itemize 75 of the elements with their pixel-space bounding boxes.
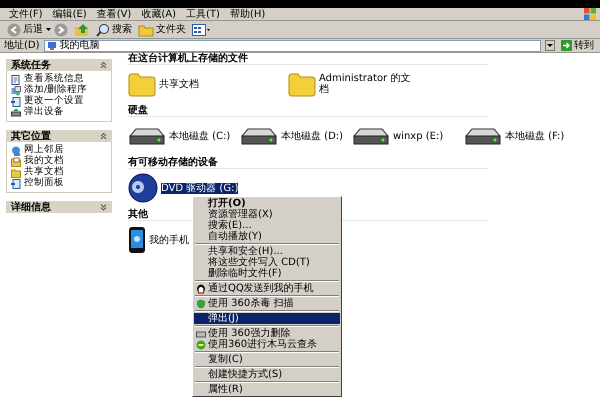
go-button[interactable]: 转到 bbox=[559, 40, 596, 51]
eraser-icon bbox=[196, 328, 206, 338]
item-label[interactable]: 本地磁盘 (C:) bbox=[169, 130, 230, 142]
menu-item[interactable]: 使用 360杀毒 扫描 bbox=[194, 298, 340, 309]
menu-item[interactable]: 帮助(H) bbox=[224, 8, 270, 20]
search-icon bbox=[96, 22, 110, 36]
item-label[interactable]: winxp (E:) bbox=[393, 130, 444, 142]
dropdown-arrow-icon bbox=[46, 28, 51, 31]
menu-item[interactable]: 删除临时文件(F) bbox=[194, 268, 340, 279]
menu-item[interactable]: 使用360进行木马云查杀 bbox=[194, 339, 340, 350]
menu-item[interactable]: 将这些文件写入 CD(T) bbox=[194, 257, 340, 268]
item-label[interactable]: DVD 驱动器 (G:) bbox=[161, 182, 238, 194]
task-link[interactable]: 网上邻居 bbox=[24, 145, 64, 156]
view-grid-icon bbox=[192, 24, 210, 36]
menu-item[interactable]: 编辑(E) bbox=[48, 8, 92, 20]
item-label[interactable]: 本地磁盘 (F:) bbox=[505, 130, 564, 142]
task-link[interactable]: 弹出设备 bbox=[24, 107, 64, 118]
panel-icon bbox=[11, 96, 21, 106]
back-button[interactable]: 后退 bbox=[4, 22, 46, 38]
section-heading: 有可移动存储的设备 bbox=[128, 157, 488, 169]
task-link[interactable]: 我的文档 bbox=[24, 156, 64, 167]
menu-item[interactable]: 使用 360强力删除 bbox=[194, 328, 340, 339]
task-link[interactable]: 更改一个设置 bbox=[24, 96, 84, 107]
program-icon bbox=[11, 86, 21, 96]
penguin-icon bbox=[196, 284, 206, 294]
folder-up-icon bbox=[74, 22, 90, 36]
menu-item[interactable]: 复制(C) bbox=[194, 354, 340, 365]
windows-logo-icon bbox=[584, 8, 596, 20]
menu-item[interactable]: 工具(T) bbox=[181, 8, 225, 20]
item-label[interactable]: 本地磁盘 (D:) bbox=[281, 130, 344, 142]
cd-drive-icon bbox=[128, 173, 158, 203]
item-label[interactable]: Administrator 的文档 bbox=[319, 73, 419, 95]
menu-item[interactable]: 创建快捷方式(S) bbox=[194, 369, 340, 380]
menu-item[interactable]: 打开(O) bbox=[194, 198, 340, 209]
menu-item[interactable]: 自动播放(Y) bbox=[194, 231, 340, 242]
go-arrow-icon bbox=[561, 40, 572, 51]
folders-button[interactable]: 文件夹 bbox=[135, 22, 189, 38]
item-label[interactable]: 共享文档 bbox=[159, 78, 199, 90]
search-button[interactable]: 搜索 bbox=[93, 22, 135, 38]
menu-item[interactable]: 弹出(J) bbox=[194, 313, 340, 324]
address-field[interactable]: 我的电脑 bbox=[44, 40, 541, 52]
hard-drive-icon bbox=[128, 126, 166, 146]
menu-item[interactable]: 查看(V) bbox=[92, 8, 136, 20]
views-button[interactable] bbox=[189, 22, 213, 38]
menu-item[interactable]: 通过QQ发送到我的手机 bbox=[194, 283, 340, 294]
task-link[interactable]: 共享文档 bbox=[24, 167, 64, 178]
item-label[interactable]: 我的手机 bbox=[149, 234, 189, 246]
section-heading: 硬盘 bbox=[128, 105, 488, 117]
hard-drive-icon bbox=[240, 126, 278, 146]
folder-icon bbox=[11, 168, 21, 178]
folder-icon bbox=[11, 156, 21, 166]
folder-icon bbox=[128, 71, 156, 97]
address-label: 地址(D) bbox=[4, 40, 40, 51]
task-link[interactable]: 控制面板 bbox=[24, 178, 64, 189]
panel-header[interactable]: 系统任务 bbox=[6, 59, 112, 71]
menu-item[interactable]: 文件(F) bbox=[4, 8, 48, 20]
document-icon bbox=[11, 74, 21, 84]
phone-icon bbox=[128, 226, 146, 254]
menu-item[interactable]: 共享和安全(H)... bbox=[194, 246, 340, 257]
folder-icon bbox=[288, 71, 316, 97]
drive-icon bbox=[11, 108, 21, 118]
computer-icon bbox=[46, 40, 57, 50]
hard-drive-icon bbox=[464, 126, 502, 146]
task-link[interactable]: 查看系统信息 bbox=[24, 74, 84, 85]
menu-item[interactable]: 搜索(E)... bbox=[194, 220, 340, 231]
menu-item[interactable]: 收藏(A) bbox=[136, 8, 181, 20]
panel-header[interactable]: 详细信息 bbox=[6, 201, 112, 213]
panel-header[interactable]: 其它位置 bbox=[6, 130, 112, 142]
task-link[interactable]: 添加/删除程序 bbox=[24, 85, 88, 96]
hard-drive-icon bbox=[352, 126, 390, 146]
panel-icon bbox=[11, 178, 21, 188]
section-heading: 在这台计算机上存储的文件 bbox=[128, 53, 488, 65]
globe-icon bbox=[11, 146, 21, 156]
menu-item[interactable]: 资源管理器(X) bbox=[194, 209, 340, 220]
menu-item[interactable]: 属性(R) bbox=[194, 384, 340, 395]
